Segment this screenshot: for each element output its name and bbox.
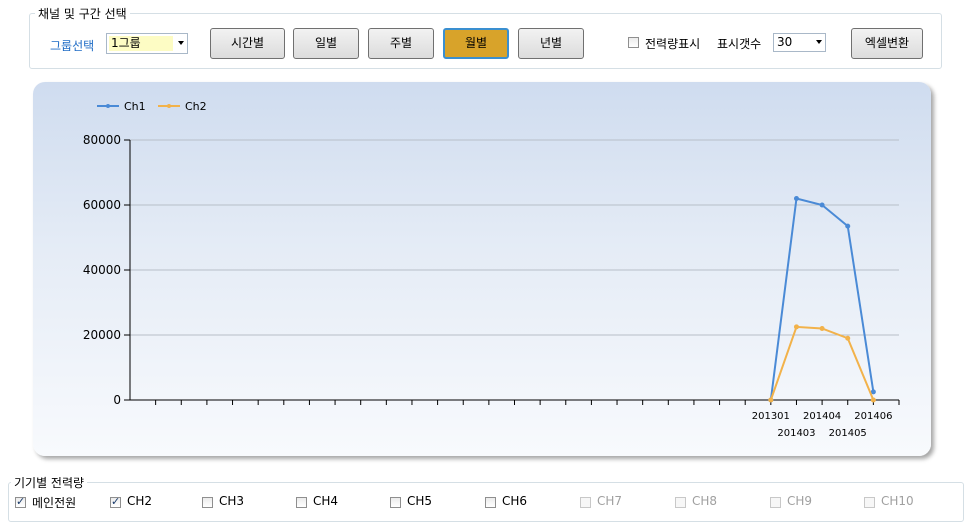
yearly-button[interactable]: 년별	[518, 28, 584, 59]
power-line-chart: 80000 60000 40000 20000 0 201301 201403 201404 2…	[83, 100, 900, 439]
display-count-value: 30	[777, 35, 793, 49]
y-tick-label: 80000	[83, 133, 121, 147]
channel-label-5[interactable]: CH5	[407, 494, 432, 508]
x-tick-label: 201301	[752, 411, 790, 422]
series-line-ch1	[769, 197, 875, 401]
y-tick-label: 20000	[83, 328, 121, 342]
group-select-label: 그룹선택	[50, 39, 95, 53]
group-select-value: 1그룹	[109, 36, 173, 51]
daily-button[interactable]: 일별	[293, 28, 359, 59]
channel-label-10: CH10	[881, 494, 914, 508]
x-tick-label: 201403	[777, 428, 815, 439]
data-point-ch1	[793, 196, 799, 201]
channel-label-2[interactable]: CH2	[127, 494, 152, 508]
channel-label-1[interactable]: 메인전원	[32, 494, 76, 511]
group-select[interactable]: 1그룹	[106, 33, 188, 54]
channel-label-3[interactable]: CH3	[219, 494, 244, 508]
chevron-down-icon[interactable]	[816, 40, 822, 44]
data-point-ch2	[845, 335, 851, 341]
y-tick-label: 0	[113, 393, 121, 407]
y-tick-label: 60000	[83, 198, 121, 212]
channel-checkbox-6[interactable]	[485, 497, 496, 508]
show-power-checkbox[interactable]	[628, 37, 639, 48]
data-point-ch2	[793, 324, 799, 330]
display-count-select[interactable]: 30	[773, 33, 826, 52]
hourly-button[interactable]: 시간별	[210, 28, 285, 59]
show-power-label[interactable]: 전력량표시	[645, 35, 700, 52]
data-point-ch1	[819, 202, 825, 208]
data-point-ch1	[845, 223, 851, 229]
device-power-title: 기기별 전력량	[11, 474, 88, 491]
channel-checkbox-9	[770, 497, 781, 508]
x-tick-label: 201405	[829, 428, 867, 439]
legend-marker-ch1	[106, 104, 110, 108]
channel-checkbox-5[interactable]	[390, 497, 401, 508]
display-count-label: 표시갯수	[717, 37, 762, 51]
channel-checkbox-8	[675, 497, 686, 508]
channel-section-title: 채널 및 구간 선택	[35, 5, 130, 22]
channel-checkbox-10	[864, 497, 875, 508]
legend-marker-ch2	[167, 104, 171, 108]
legend-label-ch1: Ch1	[124, 100, 146, 113]
y-tick-label: 40000	[83, 263, 121, 277]
channel-label-9: CH9	[787, 494, 813, 508]
data-point-ch2	[819, 326, 825, 331]
channel-checkbox-1[interactable]	[15, 495, 26, 508]
monthly-button[interactable]: 월별	[443, 28, 509, 59]
x-tick-label: 201406	[854, 411, 892, 422]
weekly-button[interactable]: 주별	[368, 28, 434, 59]
x-tick-label: 201404	[803, 411, 841, 422]
channel-label-7: CH7	[597, 494, 623, 508]
channel-checkbox-4[interactable]	[296, 497, 307, 508]
chart-panel: 80000 60000 40000 20000 0 201301 201403 201404 2…	[33, 82, 931, 456]
legend-label-ch2: Ch2	[185, 100, 207, 113]
channel-checkbox-2[interactable]	[110, 495, 121, 508]
channel-label-8: CH8	[692, 494, 718, 508]
data-point-ch2	[768, 397, 774, 403]
channel-label-6[interactable]: CH6	[502, 494, 527, 508]
channel-checkbox-7	[580, 497, 591, 508]
series-line-ch2	[769, 325, 875, 401]
excel-export-button[interactable]: 엑셀변환	[851, 28, 923, 59]
channel-label-4[interactable]: CH4	[313, 494, 338, 508]
data-point-ch2	[870, 397, 876, 403]
chevron-down-icon[interactable]	[178, 41, 184, 45]
channel-checkbox-3[interactable]	[202, 497, 213, 508]
